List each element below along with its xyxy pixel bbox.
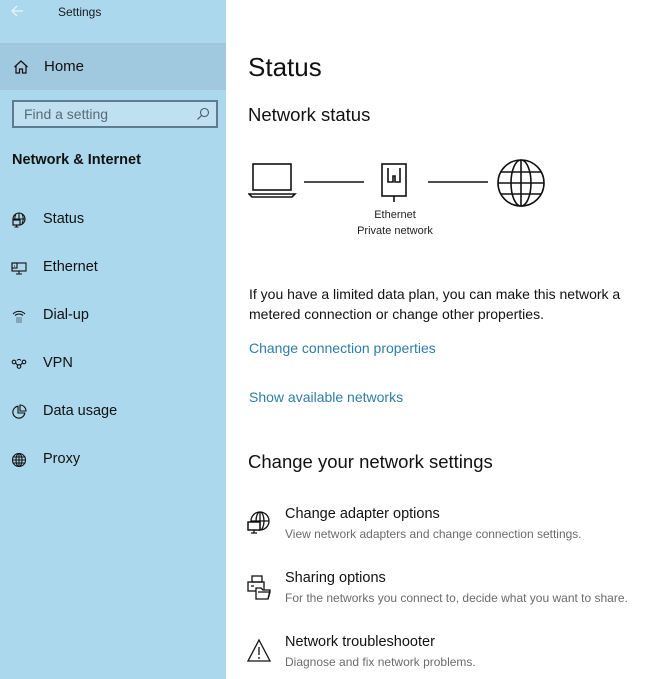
network-status-heading: Network status [248,104,371,125]
home-label: Home [44,58,85,75]
connection-type: Private network [357,225,433,237]
title-bar: Settings [0,0,226,28]
ethernet-port-icon [381,163,407,202]
sidebar-item-ethernet[interactable]: Ethernet [0,248,226,288]
sidebar-item-dial-up[interactable]: Dial-up [0,296,226,336]
setting-description: Diagnose and fix network problems. [285,655,476,669]
main-content: Status Network status Ethernet Private n… [226,0,672,679]
setting-description: For the networks you connect to, decide … [285,591,628,605]
search-box [12,100,218,128]
connection-name: Ethernet [374,209,416,221]
page-title: Status [248,52,322,82]
metered-description: If you have a limited data plan, you can… [249,286,621,322]
adapter-globe-icon [246,510,272,536]
setting-title: Network troubleshooter [285,634,435,650]
sidebar-item-label: Data usage [43,403,118,419]
sidebar-item-label: Status [43,211,85,227]
sharing-options[interactable]: Sharing options For the networks you con… [246,570,666,614]
globe-icon [11,452,27,468]
sidebar-item-label: Ethernet [43,259,98,275]
change-settings-heading: Change your network settings [248,451,493,472]
sidebar-item-label: VPN [43,355,73,371]
home-icon [13,59,29,75]
home-nav-item[interactable]: Home [0,43,226,90]
back-arrow-icon[interactable] [10,4,26,20]
change-adapter-options[interactable]: Change adapter options View network adap… [246,506,666,550]
status-globe-icon [11,212,27,228]
ethernet-icon [11,260,27,276]
network-troubleshooter[interactable]: Network troubleshooter Diagnose and fix … [246,634,666,678]
setting-title: Sharing options [285,570,386,586]
internet-globe-icon [497,159,545,207]
change-connection-properties-link[interactable]: Change connection properties [249,340,436,356]
section-title: Network & Internet [12,152,141,168]
search-icon[interactable] [196,107,210,121]
sidebar: Settings Home Network & Internet Status … [0,0,226,679]
setting-description: View network adapters and change connect… [285,527,582,541]
sharing-printer-folder-icon [246,574,272,600]
sidebar-item-proxy[interactable]: Proxy [0,440,226,480]
vpn-icon [11,356,27,372]
app-title: Settings [58,5,102,19]
show-available-networks-link[interactable]: Show available networks [249,389,403,405]
sidebar-item-vpn[interactable]: VPN [0,344,226,384]
search-input[interactable] [14,102,194,126]
laptop-icon [248,163,297,198]
dialup-phone-icon [11,308,27,324]
setting-title: Change adapter options [285,506,440,522]
sidebar-item-label: Proxy [43,451,81,467]
sidebar-item-label: Dial-up [43,307,89,323]
network-diagram: Ethernet Private network [248,158,548,238]
sidebar-item-data-usage[interactable]: Data usage [0,392,226,432]
warning-triangle-icon [246,638,272,664]
sidebar-item-status[interactable]: Status [0,200,226,240]
pie-chart-icon [11,404,27,420]
